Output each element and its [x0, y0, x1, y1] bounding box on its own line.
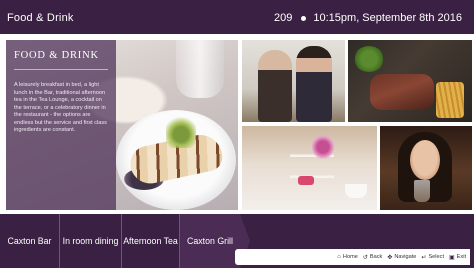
steak-dinner-photo: [348, 40, 472, 122]
main-content: Food & Drink A leisurely breakfast in be…: [0, 36, 474, 212]
wine-glass-image: [176, 40, 224, 98]
panel-description: A leisurely breakfast in bed, a light lu…: [14, 82, 107, 133]
hint-home: ⌂ Home: [337, 254, 358, 260]
guest-figure: [296, 46, 332, 122]
guest-face: [410, 140, 440, 180]
header-info: 209 10:15pm, September 8th 2016: [274, 12, 462, 24]
hint-exit-label: Exit: [456, 254, 466, 260]
panel-title: Food & Drink: [14, 50, 108, 70]
remote-help-bar: ⌂ Home ↺ Back ✥ Navigate ↵ Select ▣ Exit: [235, 249, 470, 265]
salad-image: [354, 46, 384, 72]
cocktail-photo: [380, 126, 472, 210]
tab-afternoon-tea[interactable]: Afternoon Tea: [122, 214, 180, 268]
separator-dot-icon: [301, 15, 307, 21]
page-title: Food & Drink: [7, 12, 74, 24]
guest-figure: [258, 50, 292, 122]
hint-exit: ▣ Exit: [449, 254, 466, 261]
hint-select: ↵ Select: [421, 254, 444, 261]
hint-home-label: Home: [342, 254, 358, 260]
info-panel: Food & Drink A leisurely breakfast in be…: [6, 40, 116, 210]
cake-image: [298, 176, 314, 185]
guests-dining-photo: [242, 40, 345, 122]
tab-in-room-dining[interactable]: In room dining: [60, 214, 122, 268]
select-icon: ↵: [421, 254, 427, 261]
back-icon: ↺: [362, 254, 368, 261]
tab-caxton-grill[interactable]: Caxton Grill: [180, 214, 240, 268]
hint-back: ↺ Back: [363, 254, 382, 261]
hint-navigate-label: Navigate: [394, 254, 417, 260]
hint-select-label: Select: [428, 254, 444, 260]
hint-navigate: ✥ Navigate: [387, 254, 416, 261]
herb-garnish-image: [166, 114, 196, 148]
flowers-image: [312, 134, 334, 160]
exit-icon: ▣: [449, 254, 455, 261]
navigate-arrows-icon: ✥: [387, 254, 393, 261]
cocktail-glass-image: [414, 180, 430, 202]
bottom-navigation: Caxton Bar In room dining Afternoon Tea …: [0, 214, 474, 268]
hint-back-label: Back: [369, 254, 383, 260]
room-number: 209: [274, 12, 293, 24]
fries-image: [436, 82, 464, 118]
teacup-image: [345, 184, 367, 198]
afternoon-tea-photo: [242, 126, 377, 210]
steak-image: [370, 74, 434, 110]
tab-caxton-bar[interactable]: Caxton Bar: [0, 214, 60, 268]
home-icon: ⌂: [337, 254, 341, 260]
top-header-bar: Food & Drink 209 10:15pm, September 8th …: [0, 0, 474, 34]
date-time: 10:15pm, September 8th 2016: [313, 12, 462, 24]
